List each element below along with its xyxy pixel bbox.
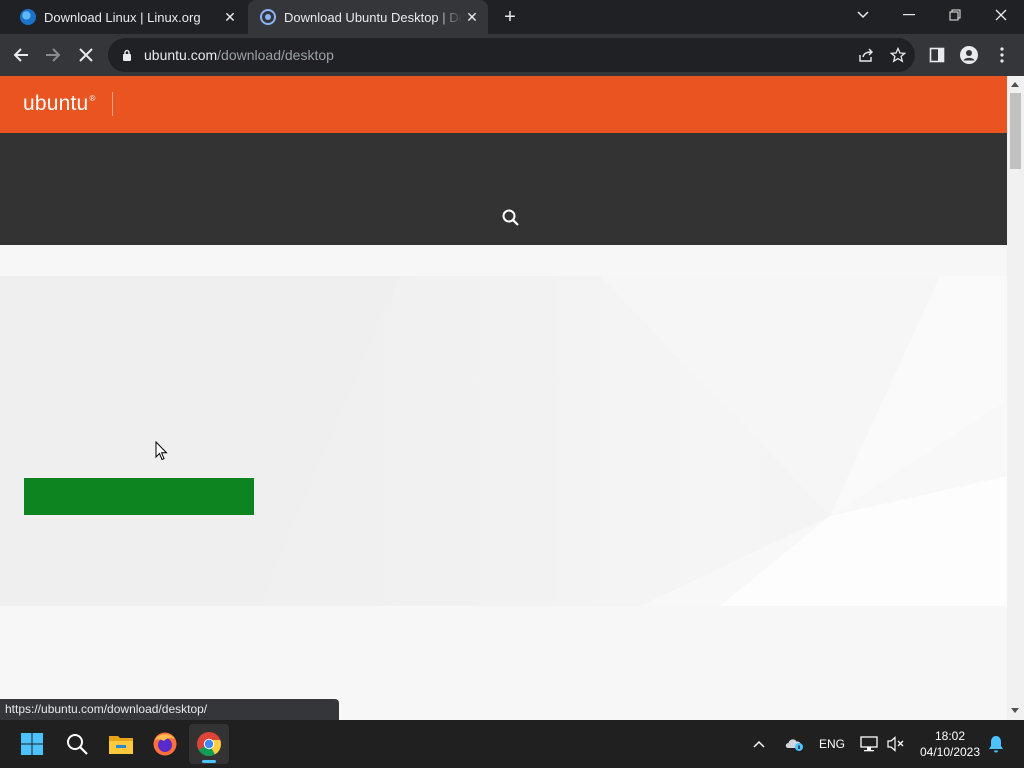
profile-icon (960, 46, 978, 64)
logo-text: ubuntu (23, 92, 89, 115)
download-button[interactable] (24, 478, 254, 515)
stop-loading-button[interactable] (71, 40, 101, 70)
notifications-button[interactable] (988, 720, 1004, 768)
url-path: /download/desktop (217, 47, 334, 63)
network-icon (860, 736, 878, 752)
lock-icon (120, 48, 134, 62)
minimize-button[interactable] (886, 0, 932, 30)
show-hidden-icons-button[interactable] (752, 720, 766, 768)
scroll-up-icon[interactable] (1011, 82, 1019, 87)
volume-muted-icon (887, 736, 904, 752)
mouse-cursor-icon (155, 441, 168, 461)
search-icon[interactable] (501, 208, 521, 228)
chrome-icon (197, 732, 221, 757)
tab-ubuntu-download[interactable]: Download Ubuntu Desktop | Download Ubunt… (248, 0, 488, 34)
clock-date: 04/10/2023 (919, 745, 981, 759)
hero-background-shape (0, 276, 1007, 606)
minimize-icon (903, 14, 915, 16)
link-status-bubble: https://ubuntu.com/download/desktop/ (0, 699, 339, 720)
menu-button[interactable] (987, 40, 1017, 70)
tab-title: Download Linux | Linux.org (44, 9, 201, 25)
bell-icon (989, 736, 1003, 753)
kebab-menu-icon (1000, 47, 1004, 63)
input-language-button[interactable]: ENG (819, 720, 845, 768)
firefox-button[interactable] (145, 724, 185, 764)
address-url: ubuntu.com/download/desktop (144, 47, 915, 63)
forward-button[interactable] (38, 40, 68, 70)
close-window-button[interactable] (978, 0, 1024, 30)
page-scrollbar[interactable] (1007, 76, 1024, 720)
side-panel-button[interactable] (922, 40, 952, 70)
restore-button[interactable] (932, 0, 978, 30)
download-hero (0, 245, 1007, 720)
address-bar[interactable]: ubuntu.com/download/desktop (108, 38, 915, 72)
ubuntu-logo[interactable]: ubuntu® (23, 92, 96, 116)
chrome-button[interactable] (189, 724, 229, 764)
hero-background (0, 276, 1007, 606)
file-explorer-button[interactable] (101, 724, 141, 764)
back-button[interactable] (6, 40, 36, 70)
scrollbar-thumb[interactable] (1010, 93, 1021, 169)
new-tab-button[interactable]: + (498, 5, 522, 29)
bookmark-button[interactable] (883, 40, 913, 70)
arrow-right-icon (46, 48, 61, 62)
stop-icon (79, 48, 93, 62)
file-explorer-icon (109, 736, 133, 754)
page-viewport: ubuntu® (0, 76, 1007, 720)
start-button[interactable] (12, 724, 52, 764)
tab-strip: Download Linux | Linux.org ✕ Download Ub… (0, 0, 1024, 34)
linux-org-favicon-icon (20, 9, 36, 25)
clock-time: 18:02 (934, 729, 966, 743)
close-tab-icon[interactable]: ✕ (220, 7, 240, 27)
tab-search-button[interactable] (840, 0, 886, 30)
scroll-down-icon[interactable] (1011, 708, 1019, 713)
ubuntu-header: ubuntu® (0, 76, 1007, 133)
taskbar-clock[interactable]: 18:02 04/10/2023 (912, 728, 988, 760)
share-icon (859, 48, 873, 62)
logo-mark-icon: ® (89, 94, 96, 103)
active-app-indicator (202, 760, 216, 763)
chevron-down-icon (857, 11, 869, 19)
network-button[interactable] (860, 720, 878, 768)
share-button[interactable] (851, 40, 881, 70)
onedrive-button[interactable] (784, 720, 804, 768)
side-panel-icon (929, 47, 945, 63)
taskbar-search-button[interactable] (57, 724, 97, 764)
profile-button[interactable] (954, 40, 984, 70)
chevron-up-icon (753, 740, 765, 748)
arrow-left-icon (13, 48, 28, 62)
restore-icon (949, 9, 961, 21)
firefox-icon (153, 732, 177, 756)
tab-linux-org[interactable]: Download Linux | Linux.org ✕ (8, 0, 246, 34)
tab-title: Download Ubuntu Desktop | Download Ubunt… (284, 9, 462, 25)
volume-button[interactable] (887, 720, 905, 768)
windows-taskbar: ENG 18:02 04/10/2023 (0, 720, 1024, 768)
ubuntu-nav-bar (0, 133, 1007, 245)
browser-toolbar: ubuntu.com/download/desktop (0, 34, 1024, 76)
url-host: ubuntu.com (144, 47, 218, 63)
loading-favicon-icon (260, 9, 276, 25)
star-icon (890, 47, 906, 63)
close-tab-icon[interactable]: ✕ (462, 7, 482, 27)
header-divider (112, 92, 113, 116)
onedrive-icon (785, 739, 803, 751)
start-icon (21, 733, 43, 755)
close-icon (995, 9, 1007, 21)
search-icon (67, 734, 88, 755)
